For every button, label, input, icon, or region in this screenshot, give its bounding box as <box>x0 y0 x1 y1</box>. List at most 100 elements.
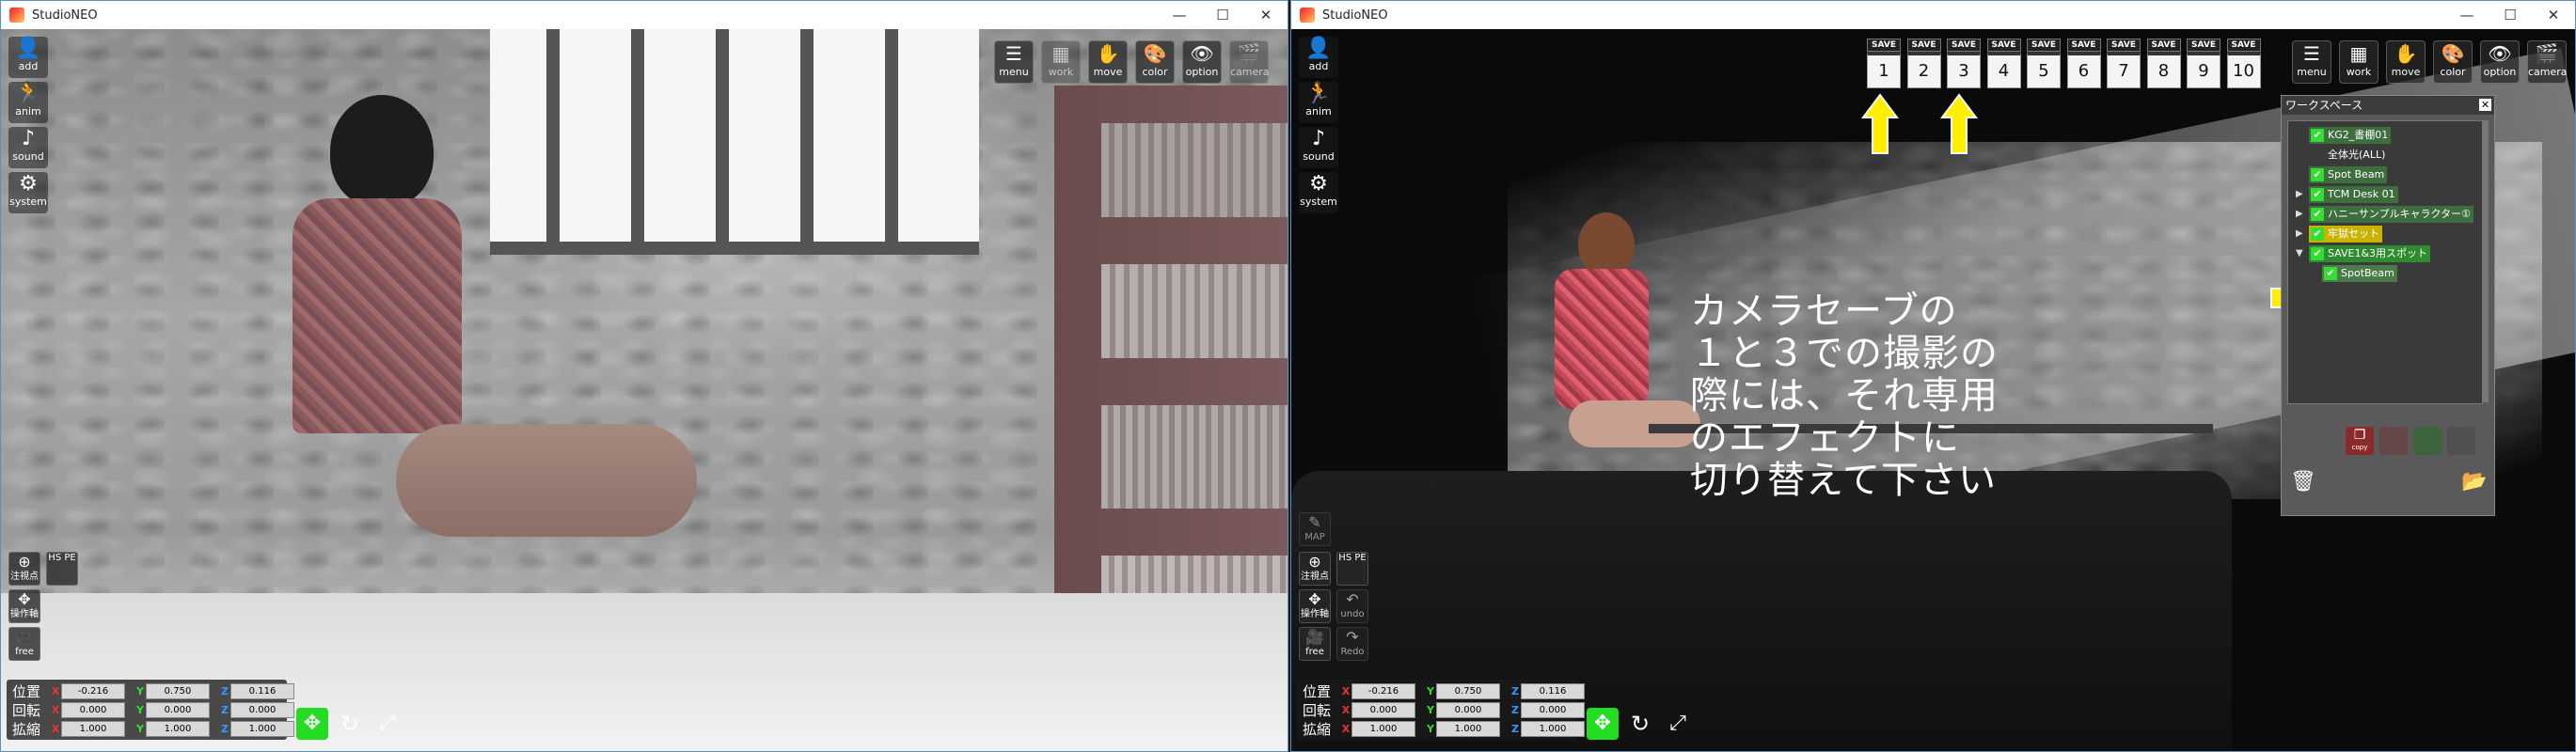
position-y-field[interactable]: 0.750 <box>146 682 210 699</box>
collapsed-arrow-icon[interactable]: ▶ <box>2296 186 2303 203</box>
menu-button[interactable]: ☰ menu <box>994 40 1034 84</box>
copy-button[interactable]: ❐ copy <box>2346 427 2374 455</box>
character[interactable] <box>274 95 462 433</box>
workspace-close-button[interactable]: ✕ <box>2479 99 2491 111</box>
menu-button[interactable]: ☰ menu <box>2292 40 2331 84</box>
visibility-checkbox[interactable]: ✔ <box>2311 129 2324 142</box>
free-button[interactable]: 🎥 free <box>8 627 40 661</box>
visibility-checkbox[interactable]: ✔ <box>2311 208 2324 221</box>
save-slot-6[interactable]: SAVE 6 <box>2066 39 2101 88</box>
sound-button[interactable]: ♪ sound <box>1299 127 1338 168</box>
scale-y-field[interactable]: 1.000 <box>1436 720 1500 737</box>
workspace-header[interactable]: ワークスペース ✕ <box>2282 96 2494 115</box>
save-slot-1[interactable]: SAVE 1 <box>1867 39 1901 88</box>
character[interactable] <box>1550 212 1700 457</box>
paste-button[interactable] <box>2379 427 2408 455</box>
workspace-item[interactable]: ✔ SpotBeam <box>2322 265 2397 282</box>
move-gizmo-icon[interactable]: ✥ <box>1587 708 1619 740</box>
maximize-button[interactable]: ☐ <box>1201 1 1244 29</box>
scale-z-field[interactable]: 1.000 <box>1521 720 1585 737</box>
save-slot-5[interactable]: SAVE 5 <box>2027 39 2061 88</box>
redo-button[interactable]: ↷ Redo <box>1336 627 1368 661</box>
workspace-item[interactable]: ▶ ✔ 牢獄セット <box>2296 226 2382 243</box>
workspace-scrollbar[interactable] <box>2483 120 2489 402</box>
operate-axis-button[interactable]: ✥ 操作軸 <box>8 589 40 623</box>
workspace-item[interactable]: ▶ ✔ TCM Desk 01 <box>2296 186 2398 203</box>
save-slot-4[interactable]: SAVE 4 <box>1986 39 2021 88</box>
save-slot-3[interactable]: SAVE 3 <box>1947 39 1981 88</box>
scale-x-field[interactable]: 1.000 <box>61 720 125 737</box>
workspace-tree[interactable]: ✔ KG2_書棚01 全体光(ALL) ✔ Spot Beam ▶ ✔ TCM Desk 01… <box>2287 120 2483 404</box>
system-button[interactable]: ⚙ system <box>8 172 48 213</box>
option-button[interactable]: 👁 option <box>1182 40 1222 84</box>
position-y-field[interactable]: 0.750 <box>1436 682 1500 699</box>
add-button[interactable]: 👤 add <box>1299 37 1338 78</box>
rotation-y-field[interactable]: 0.000 <box>146 701 210 718</box>
workspace-item[interactable]: ✔ KG2_書棚01 <box>2309 127 2392 144</box>
move-gizmo-icon[interactable]: ✥ <box>296 708 328 740</box>
rotate-gizmo-icon[interactable]: ↻ <box>334 708 366 740</box>
position-z-field[interactable]: 0.116 <box>1521 682 1585 699</box>
visibility-checkbox[interactable]: ✔ <box>2311 188 2324 201</box>
work-button[interactable]: ▦ work <box>1041 40 1081 84</box>
add-button[interactable]: 👤 add <box>8 37 48 78</box>
workspace-panel[interactable]: ワークスペース ✕ ✔ KG2_書棚01 全体光(ALL) ✔ Spot Beam ▶ ✔ T… <box>2281 95 2495 516</box>
expanded-arrow-icon[interactable]: ▼ <box>2296 245 2303 262</box>
folder-icon[interactable]: 📂 <box>2460 468 2489 496</box>
move-button[interactable]: ✋ move <box>1088 40 1128 84</box>
hspe-button[interactable]: HS PE <box>1336 552 1368 586</box>
close-button[interactable]: ✕ <box>1244 1 1288 29</box>
scale-gizmo-icon[interactable]: ⤢ <box>371 708 403 740</box>
visibility-checkbox[interactable]: ✔ <box>2311 247 2324 260</box>
parent-button[interactable] <box>2413 427 2442 455</box>
trash-icon[interactable]: 🗑 <box>2289 468 2317 496</box>
scale-y-field[interactable]: 1.000 <box>146 720 210 737</box>
workspace-item[interactable]: 全体光(ALL) <box>2309 147 2388 164</box>
option-button[interactable]: 👁 option <box>2480 40 2520 84</box>
free-button[interactable]: 🎥 free <box>1299 627 1331 661</box>
save-slot-9[interactable]: SAVE 9 <box>2187 39 2220 88</box>
sound-button[interactable]: ♪ sound <box>8 127 48 168</box>
rotation-z-field[interactable]: 0.000 <box>1521 701 1585 718</box>
collapsed-arrow-icon[interactable]: ▶ <box>2296 206 2303 223</box>
rotation-y-field[interactable]: 0.000 <box>1436 701 1500 718</box>
visibility-checkbox[interactable]: ✔ <box>2311 168 2324 181</box>
collapsed-arrow-icon[interactable]: ▶ <box>2296 226 2303 243</box>
save-slot-7[interactable]: SAVE 7 <box>2107 39 2141 88</box>
workspace-item[interactable]: ▶ ✔ ハニーサンプルキャラクター① <box>2296 206 2473 223</box>
close-button[interactable]: ✕ <box>2532 1 2575 29</box>
camera-button[interactable]: 🎬 camera <box>1229 40 1270 84</box>
hspe-button[interactable]: HS PE <box>46 552 78 586</box>
minimize-button[interactable]: — <box>1158 1 1201 29</box>
work-button[interactable]: ▦ work <box>2339 40 2378 84</box>
move-button[interactable]: ✋ move <box>2386 40 2426 84</box>
focus-point-button[interactable]: ⊕ 注視点 <box>8 552 40 586</box>
save-slot-2[interactable]: SAVE 2 <box>1906 39 1941 88</box>
minimize-button[interactable]: — <box>2445 1 2489 29</box>
scale-z-field[interactable]: 1.000 <box>230 720 294 737</box>
scale-x-field[interactable]: 1.000 <box>1351 720 1415 737</box>
rotate-gizmo-icon[interactable]: ↻ <box>1624 708 1656 740</box>
release-button[interactable] <box>2447 427 2475 455</box>
color-button[interactable]: 🎨 color <box>1135 40 1175 84</box>
position-z-field[interactable]: 0.116 <box>230 682 294 699</box>
visibility-checkbox[interactable]: ✔ <box>2324 267 2337 280</box>
operate-axis-button[interactable]: ✥ 操作軸 <box>1299 589 1331 623</box>
rotation-x-field[interactable]: 0.000 <box>61 701 125 718</box>
undo-button[interactable]: ↶ undo <box>1336 589 1368 623</box>
anim-button[interactable]: 🏃 anim <box>1299 82 1338 123</box>
rotation-x-field[interactable]: 0.000 <box>1351 701 1415 718</box>
anim-button[interactable]: 🏃 anim <box>8 82 48 123</box>
focus-point-button[interactable]: ⊕ 注視点 <box>1299 552 1331 586</box>
visibility-checkbox[interactable]: ✔ <box>2311 227 2324 241</box>
scale-gizmo-icon[interactable]: ⤢ <box>1662 708 1694 740</box>
map-button[interactable]: ✎ MAP <box>1299 512 1331 546</box>
color-button[interactable]: 🎨 color <box>2433 40 2473 84</box>
save-slot-10[interactable]: SAVE 10 <box>2226 39 2261 88</box>
scene-viewport[interactable]: 👤 add 🏃 anim ♪ sound ⚙ system SAVE 1 SAVE 2… <box>1291 29 2575 751</box>
system-button[interactable]: ⚙ system <box>1299 172 1338 213</box>
position-x-field[interactable]: -0.216 <box>1351 682 1415 699</box>
workspace-item[interactable]: ▼ ✔ SAVE1&3用スポット <box>2296 245 2431 262</box>
save-slot-8[interactable]: SAVE 8 <box>2146 39 2181 88</box>
scene-viewport[interactable]: 👤 add 🏃 anim ♪ sound ⚙ system ☰ menu ▦ w… <box>1 29 1288 751</box>
